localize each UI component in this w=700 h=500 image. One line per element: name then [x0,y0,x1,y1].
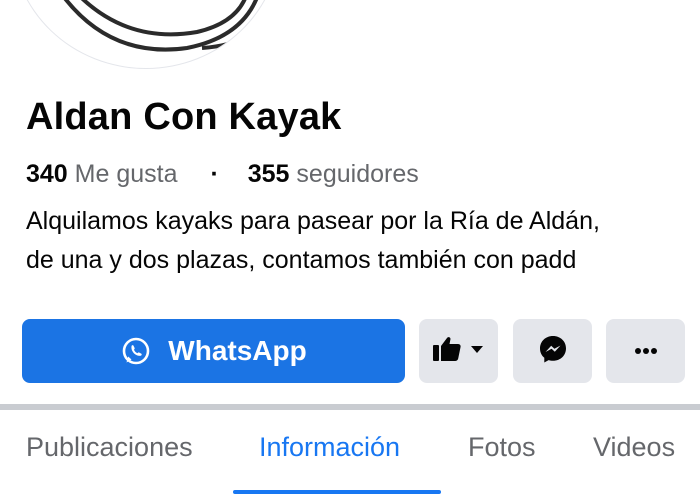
profile-picture[interactable] [12,0,280,68]
description-line: Alquilamos kayaks para pasear por la Ría… [26,207,600,235]
page-stats: 340 Me gusta · 355 seguidores [26,160,419,189]
action-buttons: WhatsApp [22,319,686,383]
active-tab-indicator [233,490,441,494]
like-button[interactable] [419,319,498,383]
tab-videos[interactable]: Videos [593,432,675,463]
tab-publicaciones[interactable]: Publicaciones [26,432,193,463]
likes-count[interactable]: 340 [26,160,68,188]
stats-separator: · [210,160,219,188]
more-dots-icon [634,342,658,360]
more-options-button[interactable] [606,319,685,383]
whatsapp-icon [120,335,152,367]
followers-label[interactable]: seguidores [296,160,418,188]
profile-logo-icon [63,0,261,52]
messenger-icon [537,333,569,370]
page-profile: Aldan Con Kayak 340 Me gusta · 355 segui… [0,0,700,500]
likes-label[interactable]: Me gusta [75,160,178,188]
tab-fotos[interactable]: Fotos [468,432,536,463]
followers-count[interactable]: 355 [248,160,290,188]
page-title: Aldan Con Kayak [26,96,342,138]
whatsapp-label: WhatsApp [168,335,307,366]
tab-informacion[interactable]: Información [259,432,400,463]
messenger-button[interactable] [513,319,592,383]
thumbs-up-icon [431,334,487,369]
whatsapp-button[interactable]: WhatsApp [22,319,405,383]
description-line: de una y dos plazas, contamos también co… [26,246,577,274]
page-description: Alquilamos kayaks para pasear por la Ría… [26,202,686,280]
profile-tabs: Publicaciones Información Fotos Videos [0,410,700,500]
